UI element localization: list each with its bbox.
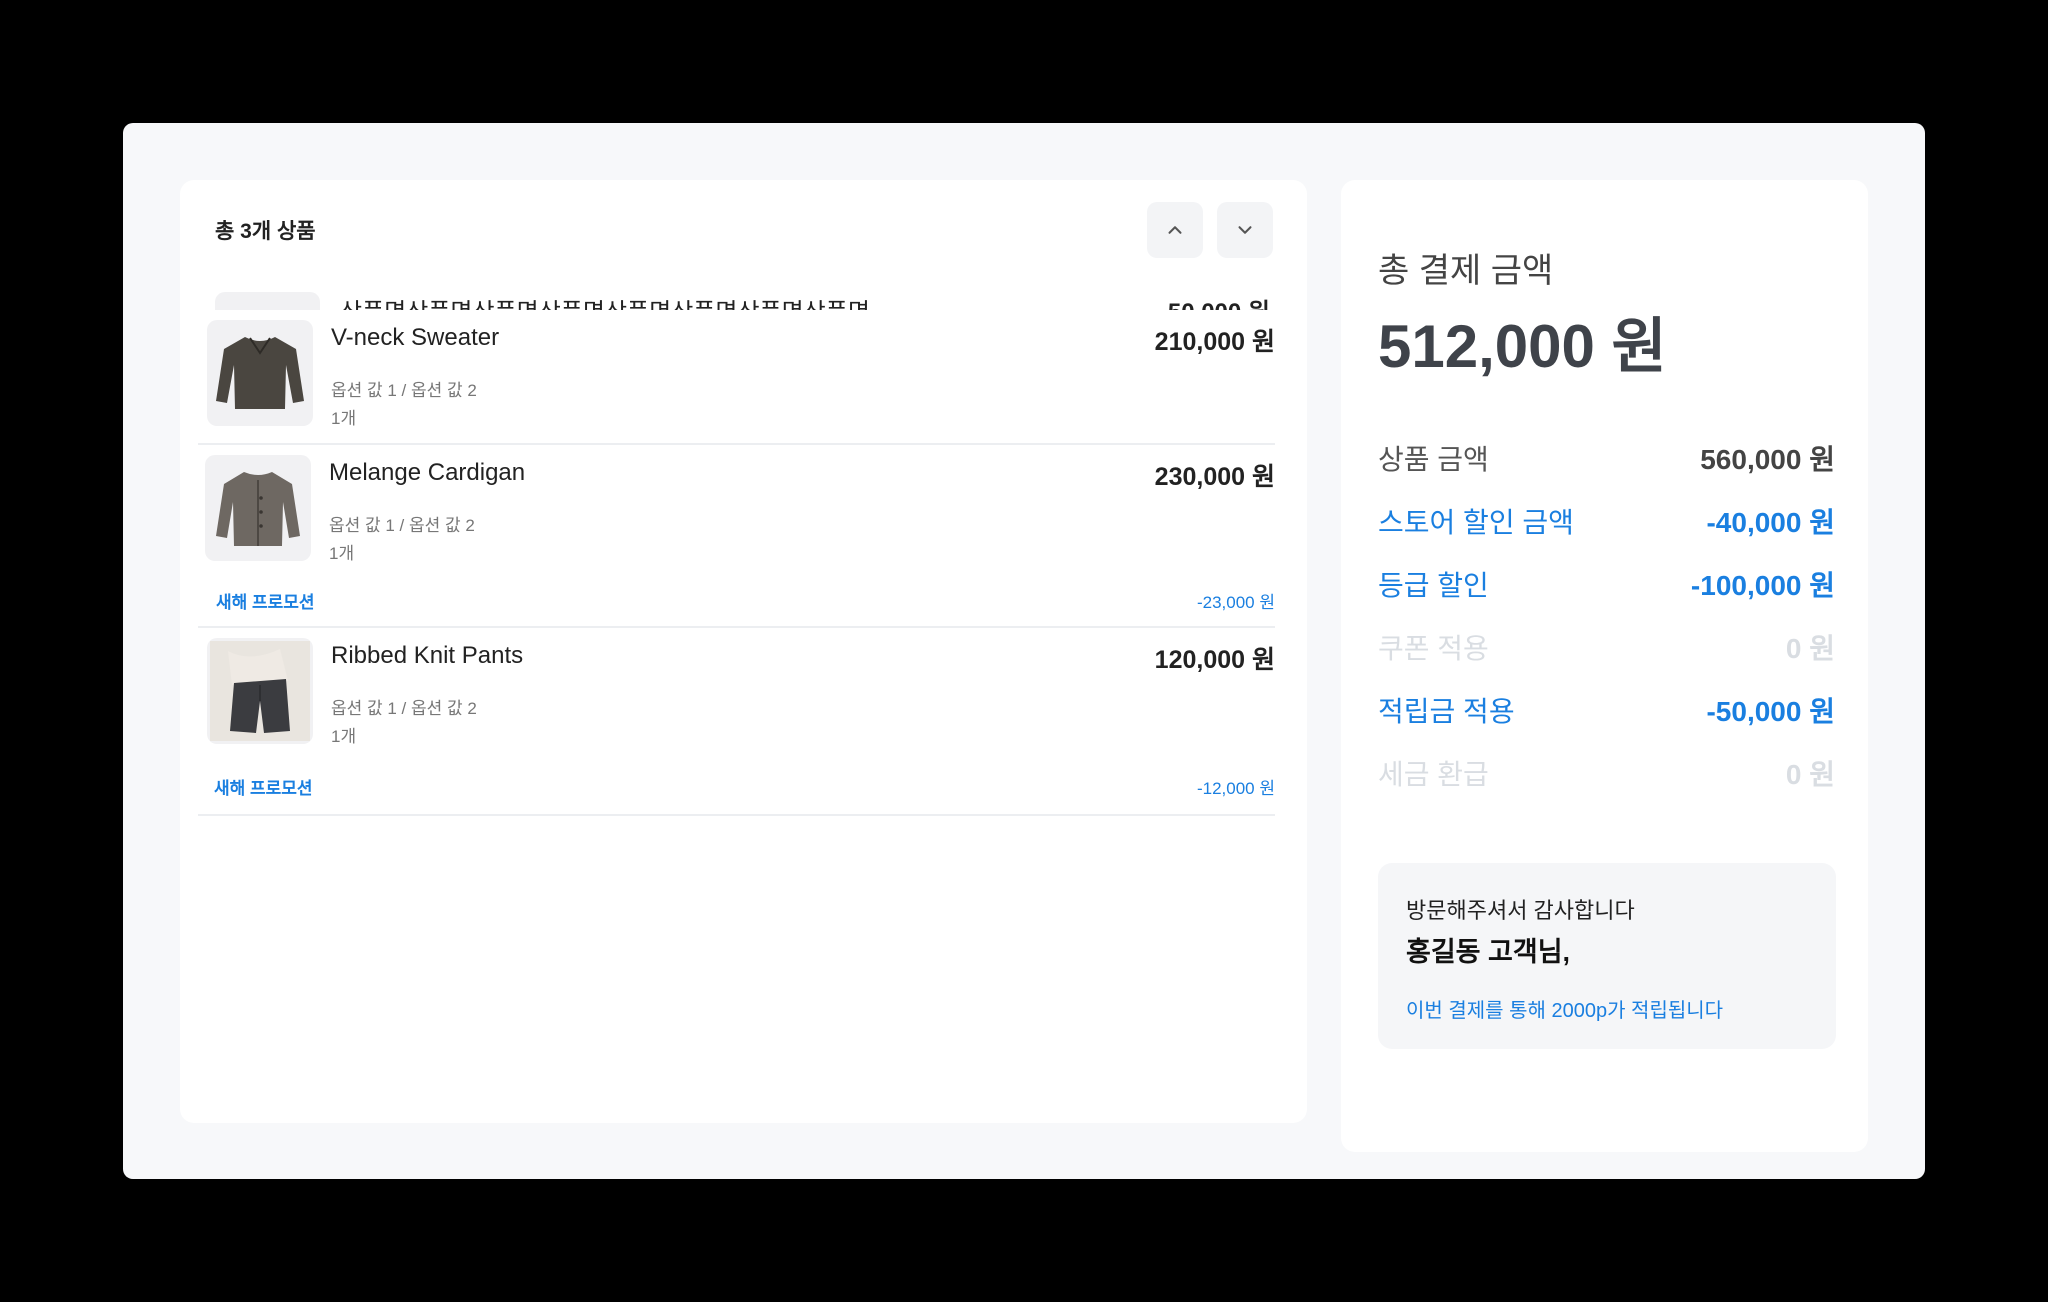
customer-name: 홍길동 고객님, [1406, 937, 1571, 967]
item-quantity: 1개 [331, 409, 357, 428]
cardigan-icon [216, 472, 300, 546]
total-payment-amount: 512,000 원 [1378, 313, 1667, 380]
row-label: 등급 할인 [1378, 570, 1489, 601]
row-value: -50,000 원 [1706, 696, 1835, 727]
row-value: -40,000 원 [1706, 507, 1835, 538]
summary-row-store-discount: 스토어 할인 금액 -40,000 원 [1378, 501, 1835, 541]
item-options: 옵션 값 1 / 옵션 값 2 [331, 381, 477, 400]
chevron-up-icon [1168, 226, 1182, 234]
item-quantity: 1개 [329, 544, 355, 563]
row-label: 적립금 적용 [1378, 696, 1515, 727]
sweater-icon [216, 337, 304, 409]
item-price: 230,000 원 [1154, 463, 1275, 491]
promo-amount: -12,000 원 [1196, 779, 1275, 798]
cart-item[interactable]: Melange Cardigan 옵션 값 1 / 옵션 값 2 1개 230,… [198, 445, 1275, 628]
scroll-down-button[interactable] [1217, 202, 1273, 258]
points-earned-text: 이번 결제를 통해 2000p가 적립됩니다 [1406, 1000, 1724, 1022]
summary-row-product-amount: 상품 금액 560,000 원 [1378, 438, 1835, 478]
cart-title: 총 3개 상품 [215, 220, 316, 243]
ghost-item-price: 50,000 원 [1168, 292, 1270, 310]
ghost-list-item: 상품명상품명상품명상품명상품명상품명상품명상품명 50,000 원 [215, 292, 1275, 310]
item-name[interactable]: Melange Cardigan [329, 459, 525, 487]
row-label: 세금 환급 [1378, 759, 1489, 790]
item-quantity: 1개 [331, 727, 357, 746]
payment-summary-card: 총 결제 금액 512,000 원 상품 금액 560,000 원 스토어 할인… [1341, 180, 1868, 1152]
item-price: 210,000 원 [1154, 328, 1275, 356]
thanks-message-box: 방문해주셔서 감사합니다 홍길동 고객님, 이번 결제를 통해 2000p가 적… [1378, 863, 1836, 1049]
promo-label: 새해 프로모션 [216, 593, 315, 612]
summary-row-points-applied: 적립금 적용 -50,000 원 [1378, 690, 1835, 730]
summary-row-coupon: 쿠폰 적용 0 원 [1378, 627, 1835, 667]
row-label: 상품 금액 [1378, 444, 1489, 475]
thanks-text: 방문해주셔서 감사합니다 [1406, 898, 1635, 923]
total-payment-label: 총 결제 금액 [1378, 252, 1554, 290]
row-value: 0 원 [1785, 633, 1835, 664]
row-value: 560,000 원 [1700, 444, 1835, 475]
row-label: 쿠폰 적용 [1378, 633, 1489, 664]
item-name[interactable]: V-neck Sweater [331, 324, 499, 352]
device-frame: 총 3개 상품 상품명상품명상품명상품명상품명상품명상품명상품명 50,000 … [0, 0, 2048, 1302]
row-value: -100,000 원 [1690, 570, 1835, 601]
chevron-down-icon [1238, 226, 1252, 234]
row-label: 스토어 할인 금액 [1378, 507, 1574, 538]
scroll-up-button[interactable] [1147, 202, 1203, 258]
screen: 총 3개 상품 상품명상품명상품명상품명상품명상품명상품명상품명 50,000 … [123, 123, 1925, 1179]
item-options: 옵션 값 1 / 옵션 값 2 [329, 516, 475, 535]
ghost-item-name: 상품명상품명상품명상품명상품명상품명상품명상품명 [340, 292, 870, 310]
promo-label: 새해 프로모션 [214, 779, 313, 798]
product-thumbnail[interactable] [207, 320, 313, 426]
promo-amount: -23,000 원 [1196, 593, 1275, 612]
product-thumbnail[interactable] [205, 455, 311, 561]
cart-card: 총 3개 상품 상품명상품명상품명상품명상품명상품명상품명상품명 50,000 … [180, 180, 1307, 1123]
cart-item[interactable]: V-neck Sweater 옵션 값 1 / 옵션 값 2 1개 210,00… [198, 310, 1275, 445]
summary-row-grade-discount: 등급 할인 -100,000 원 [1378, 564, 1835, 604]
pants-icon [210, 641, 310, 741]
summary-row-tax-refund: 세금 환급 0 원 [1378, 753, 1835, 793]
item-price: 120,000 원 [1154, 646, 1275, 674]
row-value: 0 원 [1785, 759, 1835, 790]
item-options: 옵션 값 1 / 옵션 값 2 [331, 699, 477, 718]
cart-item[interactable]: Ribbed Knit Pants 옵션 값 1 / 옵션 값 2 1개 120… [198, 628, 1275, 816]
ghost-thumbnail [215, 292, 320, 310]
product-thumbnail[interactable] [207, 638, 313, 744]
item-name[interactable]: Ribbed Knit Pants [331, 642, 523, 670]
